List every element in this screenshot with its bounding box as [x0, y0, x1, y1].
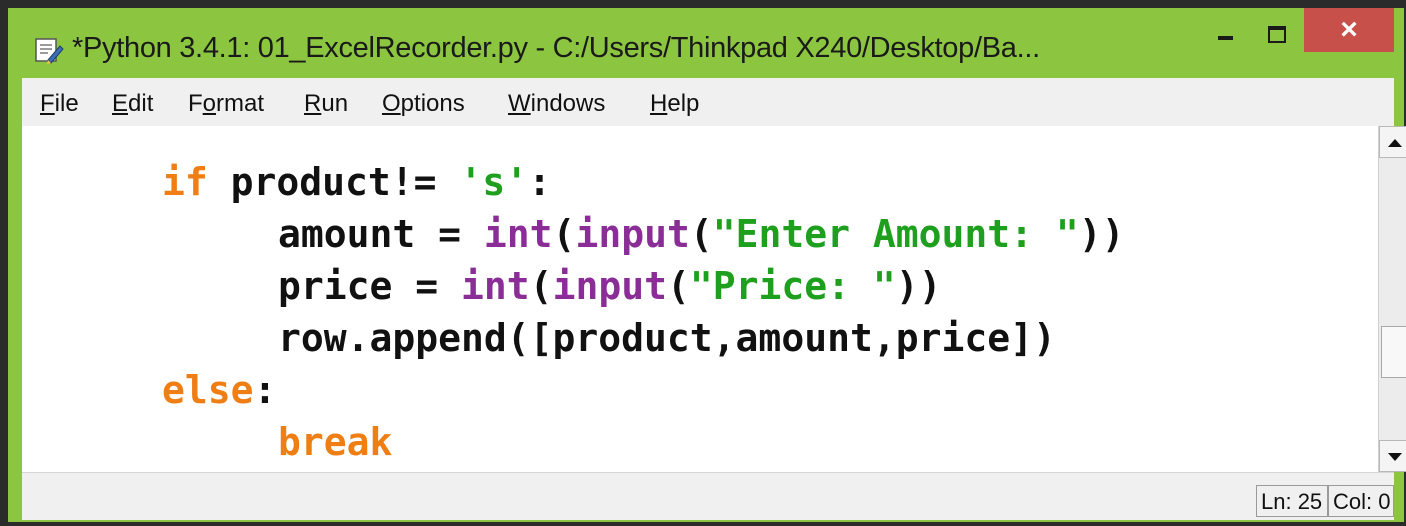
- menu-edit[interactable]: Edit: [112, 90, 153, 118]
- code-token: else: [162, 368, 254, 412]
- menu-help-text-b: elp: [667, 90, 700, 117]
- code-token: "Enter Amount: ": [712, 212, 1079, 256]
- code-token: (: [689, 212, 713, 256]
- code-token: price =: [278, 264, 462, 308]
- code-line[interactable]: break: [278, 420, 392, 464]
- close-button[interactable]: ×: [1304, 8, 1394, 52]
- code-token: input: [552, 264, 667, 308]
- code-token: "Price: ": [689, 264, 896, 308]
- maximize-button[interactable]: [1252, 14, 1300, 50]
- code-token: (: [529, 264, 553, 308]
- code-line[interactable]: if product!= 's':: [162, 160, 551, 204]
- minimize-button[interactable]: [1204, 14, 1248, 50]
- menu-windows-text-b: indows: [530, 90, 606, 117]
- scroll-thumb[interactable]: [1381, 326, 1406, 378]
- code-token: :: [528, 160, 551, 204]
- menu-help-accel: H: [650, 90, 668, 117]
- menu-options[interactable]: Options: [382, 90, 465, 118]
- menu-run-accel: R: [304, 90, 322, 117]
- menu-options-text-b: ptions: [400, 90, 465, 117]
- menu-windows-accel: W: [508, 90, 531, 117]
- code-token: )): [895, 264, 942, 308]
- menu-format-accel: o: [202, 90, 217, 117]
- code-line[interactable]: amount = int(input("Enter Amount: ")): [278, 212, 1125, 256]
- menu-run[interactable]: Run: [304, 90, 348, 118]
- code-token: amount =: [278, 212, 484, 256]
- menu-edit-text-b: dit: [128, 90, 154, 117]
- menu-options-accel: O: [382, 90, 401, 117]
- code-token: break: [278, 420, 393, 464]
- code-token: (: [666, 264, 690, 308]
- menu-format-text-b: rmat: [216, 90, 265, 117]
- menu-help[interactable]: Help: [650, 90, 699, 118]
- code-token: :: [253, 368, 277, 412]
- code-line[interactable]: price = int(input("Price: ")): [278, 264, 942, 308]
- code-line[interactable]: row.append([product,amount,price]): [278, 316, 1056, 360]
- menu-file[interactable]: File: [40, 90, 79, 118]
- menu-run-text-b: un: [321, 90, 349, 117]
- scroll-down-icon[interactable]: [1379, 440, 1406, 472]
- line-number-indicator: Ln: 25: [1256, 485, 1328, 517]
- code-token: input: [575, 212, 690, 256]
- code-line[interactable]: else:: [162, 368, 276, 412]
- code-token: )): [1078, 212, 1125, 256]
- title-bar[interactable]: *Python 3.4.1: 01_ExcelRecorder.py - C:/…: [8, 8, 1404, 76]
- code-token: (: [552, 212, 576, 256]
- code-token: 's': [459, 160, 529, 204]
- menu-format-text-a: F: [188, 90, 203, 117]
- scroll-up-icon[interactable]: [1379, 126, 1406, 158]
- vertical-scrollbar[interactable]: [1378, 126, 1406, 472]
- code-editor[interactable]: if product!= 's': amount = int(input("Ent…: [22, 126, 1406, 472]
- menu-edit-accel: E: [112, 90, 129, 117]
- code-token: product!=: [207, 160, 460, 204]
- menu-format[interactable]: Format: [188, 90, 264, 118]
- menu-windows[interactable]: Windows: [508, 90, 605, 118]
- menu-file-accel: F: [40, 90, 55, 117]
- code-token: row.append([product,amount,price]): [278, 316, 1056, 360]
- window-title: *Python 3.4.1: 01_ExcelRecorder.py - C:/…: [72, 32, 1040, 64]
- menu-bar: File Edit Format Run Options Windows Hel…: [22, 78, 1394, 126]
- column-number-indicator: Col: 0: [1328, 485, 1394, 517]
- code-token: if: [162, 160, 208, 204]
- code-token: int: [461, 264, 530, 308]
- status-bar: Ln: 25 Col: 0: [22, 472, 1394, 520]
- menu-file-text-b: ile: [54, 90, 79, 117]
- idle-editor-window: *Python 3.4.1: 01_ExcelRecorder.py - C:/…: [8, 8, 1406, 522]
- code-token: int: [483, 212, 553, 256]
- python-idle-icon: [35, 38, 64, 64]
